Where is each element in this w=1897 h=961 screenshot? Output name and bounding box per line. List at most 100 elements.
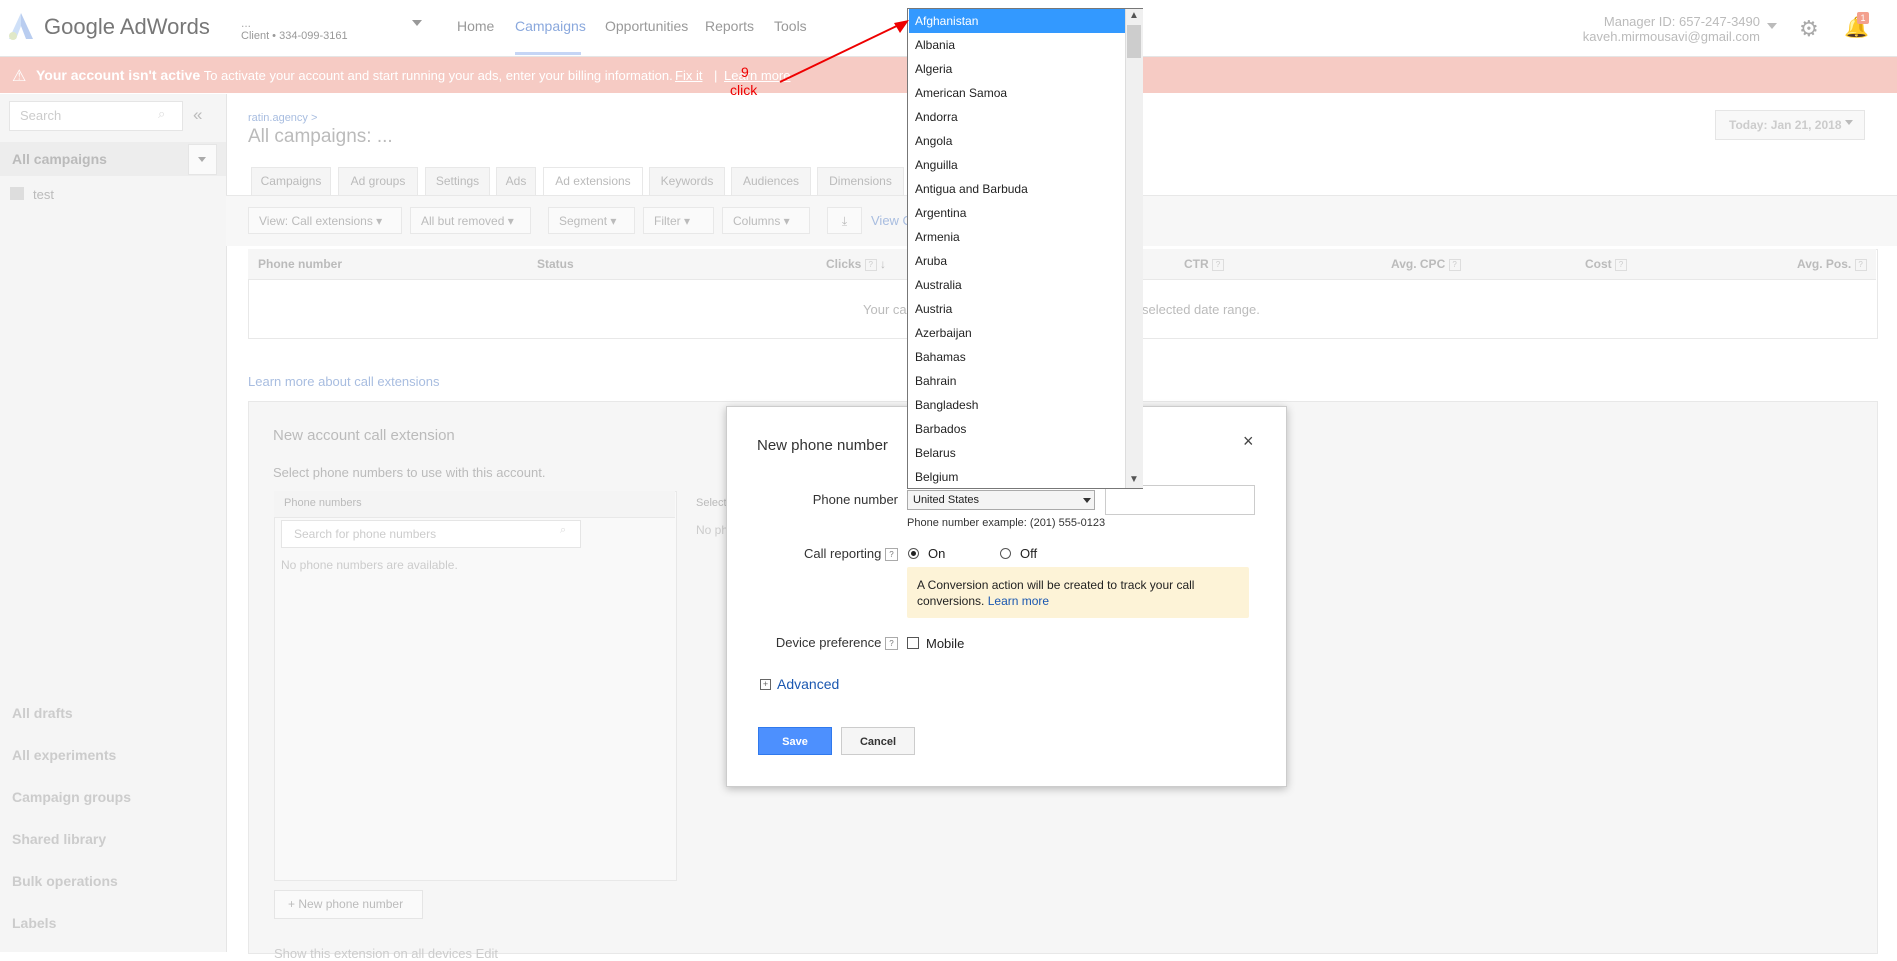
tab-settings[interactable]: Settings [425,167,490,195]
country-option[interactable]: Azerbaijan [909,321,1125,345]
help-icon[interactable]: ? [1448,258,1461,271]
view-selector-button[interactable]: View: Call extensions ▾ [248,207,402,234]
search-icon[interactable]: ⌕ [158,106,165,122]
dropdown-scrollbar[interactable] [1125,9,1143,488]
nav-campaigns[interactable]: Campaigns [515,18,586,34]
download-icon[interactable]: ⤓ [827,207,862,234]
country-option[interactable]: Anguilla [909,153,1125,177]
sidebar-item-campaign-groups[interactable]: Campaign groups [12,789,131,805]
country-option[interactable]: Aruba [909,249,1125,273]
call-reporting-off-label[interactable]: Off [1020,546,1037,561]
sidebar-item-labels[interactable]: Labels [12,915,56,931]
sidebar-item-all-drafts[interactable]: All drafts [12,705,73,721]
campaign-icon [10,187,24,200]
collapse-sidebar-icon[interactable]: « [193,105,202,125]
help-icon[interactable]: ? [864,258,877,271]
notification-badge: 1 [1857,12,1869,24]
country-option[interactable]: Bangladesh [909,393,1125,417]
country-option[interactable]: Afghanistan [909,9,1125,33]
sidebar-item-bulk-operations[interactable]: Bulk operations [12,873,118,889]
logo-text[interactable]: Google AdWords [44,14,210,40]
help-icon[interactable]: ? [885,637,898,651]
country-option[interactable]: Austria [909,297,1125,321]
help-icon[interactable]: ? [1212,258,1225,271]
col-cost[interactable]: Cost ? [1585,257,1628,271]
call-reporting-on-label[interactable]: On [928,546,945,561]
manager-email[interactable]: kaveh.mirmousavi@gmail.com [1583,29,1760,44]
tab-ads[interactable]: Ads [496,167,536,195]
account-name[interactable]: ... [241,16,251,30]
account-caret-icon[interactable] [412,20,422,26]
col-phone-number[interactable]: Phone number [258,257,342,271]
call-reporting-off-radio[interactable] [1000,548,1011,559]
close-icon[interactable]: × [1243,431,1254,452]
adwords-logo-icon[interactable] [8,12,34,40]
sidebar-campaign-test[interactable]: test [33,187,54,202]
country-option[interactable]: Andorra [909,105,1125,129]
country-dropdown-list[interactable]: Afghanistan Albania Algeria American Sam… [907,8,1143,489]
tab-campaigns[interactable]: Campaigns [251,167,331,195]
tab-ad-groups[interactable]: Ad groups [338,167,418,195]
nav-reports[interactable]: Reports [705,18,754,34]
country-option[interactable]: Armenia [909,225,1125,249]
all-campaigns-label[interactable]: All campaigns [12,151,107,167]
tab-dimensions[interactable]: Dimensions [817,167,904,195]
country-option[interactable]: Albania [909,33,1125,57]
scroll-down-icon[interactable]: ▼ [1129,474,1139,485]
columns-button[interactable]: Columns ▾ [722,207,810,234]
phone-number-input[interactable] [1105,485,1255,515]
dialog-title: New phone number [757,437,888,454]
col-status[interactable]: Status [537,257,574,271]
country-option[interactable]: Argentina [909,201,1125,225]
learn-more-call-extensions-link[interactable]: Learn more about call extensions [248,374,440,389]
call-reporting-text: Call reporting [804,546,882,561]
tab-audiences[interactable]: Audiences [731,167,811,195]
filter-button[interactable]: Filter ▾ [643,207,714,234]
search-icon[interactable]: ⌕ [560,524,566,537]
device-preference-text: Device preference [775,635,882,650]
advanced-link[interactable]: Advanced [777,676,839,692]
tab-ad-extensions[interactable]: Ad extensions [543,167,643,195]
scroll-up-icon[interactable]: ▲ [1129,10,1139,21]
country-option[interactable]: Algeria [909,57,1125,81]
sidebar-item-all-experiments[interactable]: All experiments [12,747,116,763]
account-id[interactable]: Client • 334-099-3161 [241,30,348,42]
col-clicks[interactable]: Clicks ? ↓ [826,257,886,271]
sidebar-item-shared-library[interactable]: Shared library [12,831,106,847]
segment-button[interactable]: Segment ▾ [548,207,635,234]
col-avg-cpc[interactable]: Avg. CPC ? [1391,257,1461,271]
country-option[interactable]: Bahrain [909,369,1125,393]
country-option[interactable]: Belgium [909,465,1125,488]
country-option[interactable]: Antigua and Barbuda [909,177,1125,201]
account-menu-caret-icon[interactable] [1767,23,1777,29]
tab-keywords[interactable]: Keywords [649,167,725,195]
breadcrumb[interactable]: ratin.agency > [248,112,317,124]
cancel-button[interactable]: Cancel [841,727,915,755]
expand-plus-icon[interactable]: + [760,679,771,690]
country-option[interactable]: American Samoa [909,81,1125,105]
dropdown-scroll-thumb[interactable] [1127,25,1141,58]
mobile-checkbox[interactable] [907,637,919,649]
help-icon[interactable]: ? [1854,258,1867,271]
mobile-label[interactable]: Mobile [926,636,964,651]
country-option[interactable]: Belarus [909,441,1125,465]
gear-icon[interactable]: ⚙ [1799,16,1819,42]
view-change-history-link[interactable]: View C [871,213,912,228]
empty-message-start: Your ca [863,302,907,317]
col-ctr[interactable]: CTR ? [1184,257,1225,271]
nav-home[interactable]: Home [457,18,494,34]
help-icon[interactable]: ? [885,548,898,562]
country-option[interactable]: Barbados [909,417,1125,441]
col-avg-pos[interactable]: Avg. Pos. ? [1797,257,1867,271]
country-option[interactable]: Angola [909,129,1125,153]
country-option[interactable]: Bahamas [909,345,1125,369]
empty-message-end: selected date range. [1142,302,1260,317]
help-icon[interactable]: ? [1615,258,1628,271]
status-filter-button[interactable]: All but removed ▾ [410,207,531,234]
phone-numbers-panel [274,491,677,881]
save-button[interactable]: Save [758,727,832,755]
conversion-learn-more-link[interactable]: Learn more [988,594,1049,608]
country-option[interactable]: Australia [909,273,1125,297]
fix-it-link[interactable]: Fix it [675,68,702,83]
nav-opportunities[interactable]: Opportunities [605,18,688,34]
